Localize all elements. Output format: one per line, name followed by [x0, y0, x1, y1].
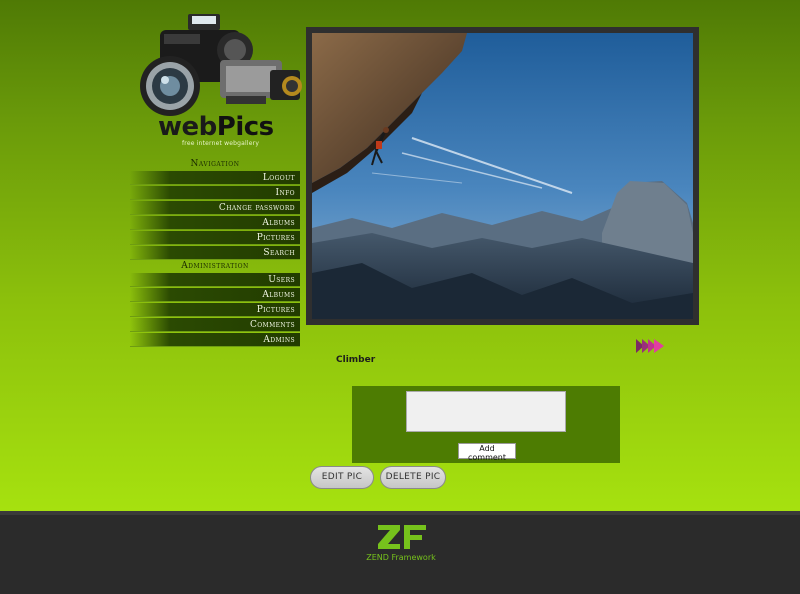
administration-header: Administration: [181, 261, 249, 271]
next-picture-arrow-icon[interactable]: [636, 338, 666, 354]
add-comment-button[interactable]: Add comment: [458, 443, 516, 462]
comment-form: Add comment: [352, 386, 620, 463]
nav-item-logout[interactable]: Logout: [130, 171, 300, 185]
comment-input[interactable]: [406, 391, 566, 432]
photo-frame: [306, 27, 699, 325]
zend-framework-logo-icon: [378, 525, 426, 549]
nav-item-info[interactable]: Info: [130, 186, 300, 200]
app-tagline: free internet webgallery: [182, 140, 260, 147]
picture-caption: Climber: [336, 355, 376, 365]
edit-pic-button[interactable]: EDIT PIC: [310, 466, 374, 489]
delete-pic-button[interactable]: DELETE PIC: [380, 466, 446, 489]
nav-item-pictures[interactable]: Pictures: [130, 231, 300, 245]
navigation-header: Navigation: [190, 159, 240, 169]
admin-item-comments[interactable]: Comments: [130, 318, 300, 332]
nav-item-search[interactable]: Search: [130, 246, 300, 260]
admin-item-users[interactable]: Users: [130, 273, 300, 287]
admin-item-admins[interactable]: Admins: [130, 333, 300, 347]
admin-item-pictures[interactable]: Pictures: [130, 303, 300, 317]
footer: ZEND Framework: [0, 511, 800, 594]
administration-menu: Users Albums Pictures Comments Admins: [130, 273, 300, 348]
admin-item-albums[interactable]: Albums: [130, 288, 300, 302]
photo-image: [312, 33, 693, 319]
app-logo-text: webPics: [158, 112, 274, 142]
nav-item-albums[interactable]: Albums: [130, 216, 300, 230]
zend-framework-label: ZEND Framework: [366, 553, 436, 562]
nav-item-change-password[interactable]: Change password: [130, 201, 300, 215]
navigation-menu: Logout Info Change password Albums Pictu…: [130, 171, 300, 261]
